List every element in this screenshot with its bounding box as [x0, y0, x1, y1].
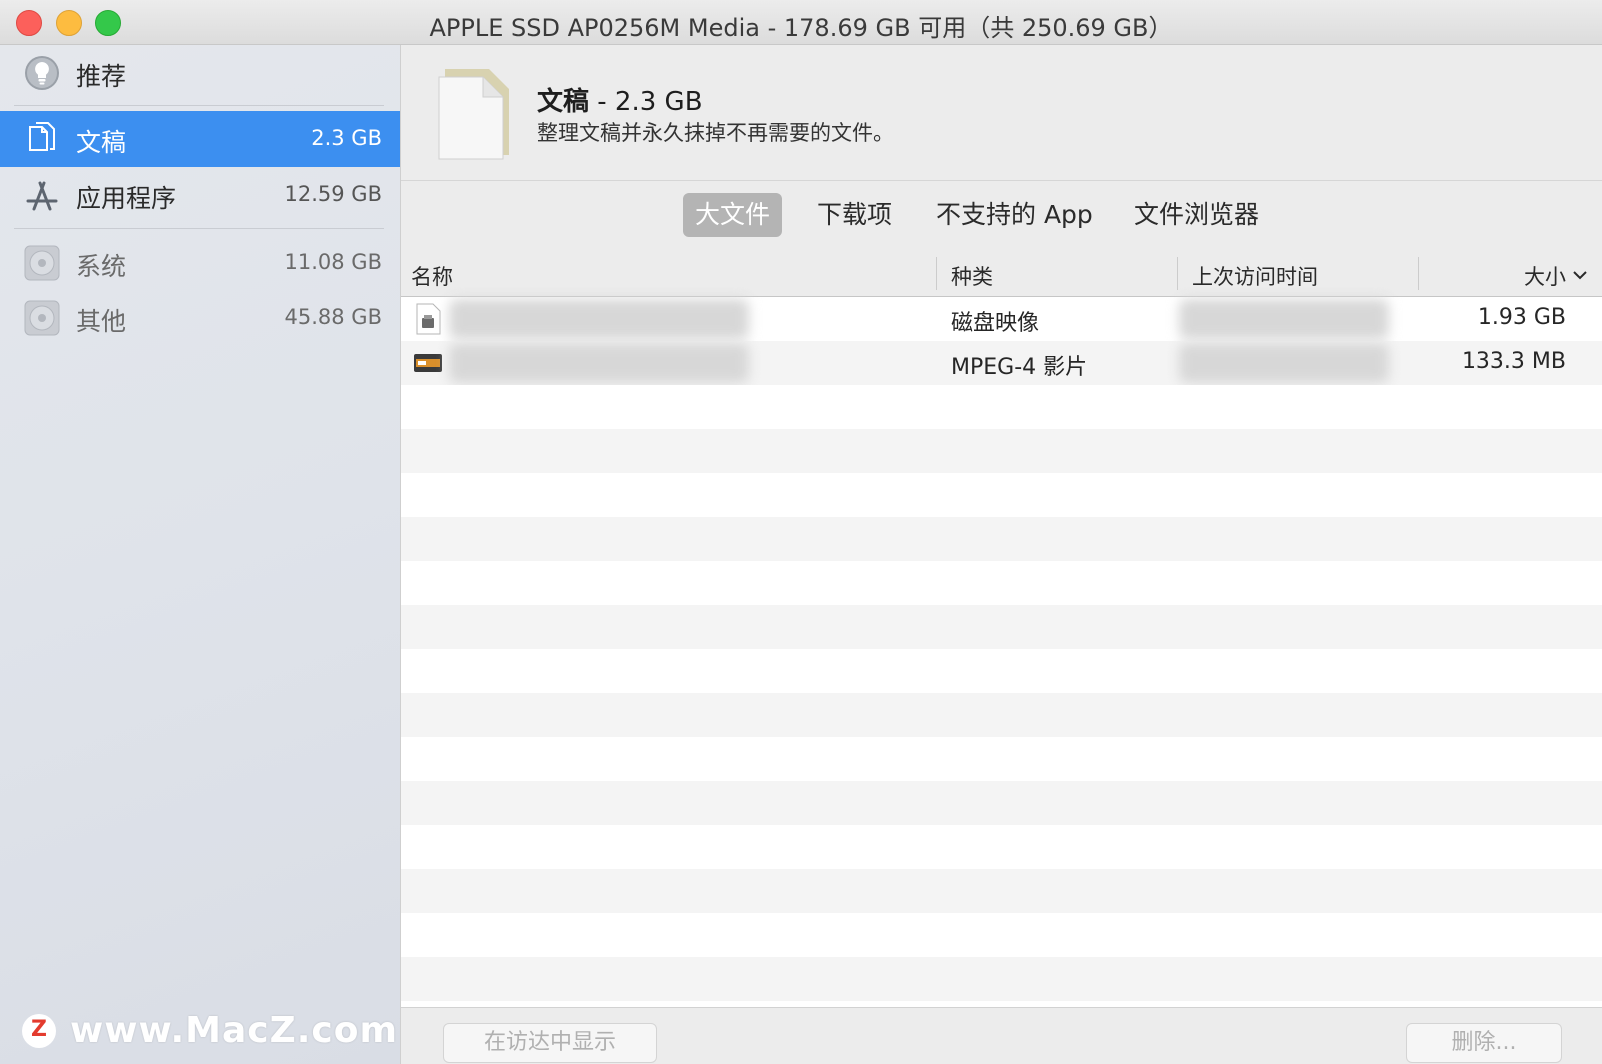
sidebar-item-documents[interactable]: 文稿 2.3 GB: [0, 111, 400, 167]
sidebar-item-size: 45.88 GB: [284, 305, 382, 329]
column-divider[interactable]: [1418, 257, 1419, 290]
sidebar-item-size: 11.08 GB: [284, 250, 382, 274]
watermark-text: www.MacZ.com: [70, 1010, 398, 1051]
chevron-down-icon[interactable]: [1572, 269, 1588, 281]
empty-row: [401, 913, 1602, 957]
footer-bar: 在访达中显示 删除...: [401, 1007, 1602, 1064]
documents-icon: [29, 122, 55, 151]
empty-row: [401, 781, 1602, 825]
tab-unsupported-apps[interactable]: 不支持的 App: [924, 193, 1105, 237]
empty-row: [401, 957, 1602, 1001]
column-header-name[interactable]: 名称: [411, 261, 453, 291]
sidebar-item-label: 应用程序: [76, 184, 177, 213]
delete-button[interactable]: 删除...: [1406, 1023, 1562, 1063]
category-header: 文稿 - 2.3 GB 整理文稿并永久抹掉不再需要的文件。: [401, 45, 1602, 181]
empty-row: [401, 561, 1602, 605]
column-header-last-accessed[interactable]: 上次访问时间: [1192, 261, 1318, 291]
file-kind: MPEG-4 影片: [951, 355, 1088, 380]
empty-row: [401, 693, 1602, 737]
empty-row: [401, 385, 1602, 429]
sidebar-item-system[interactable]: 系统 11.08 GB: [0, 235, 400, 291]
redacted-file-name: [449, 299, 749, 339]
watermark-logo-icon: Z: [22, 1014, 56, 1048]
sidebar-divider: [14, 228, 384, 229]
file-size: 1.93 GB: [1477, 305, 1566, 330]
column-header-kind[interactable]: 种类: [951, 261, 993, 291]
sidebar-item-size: 2.3 GB: [311, 126, 382, 150]
empty-row: [401, 825, 1602, 869]
redacted-last-accessed: [1179, 299, 1389, 339]
sidebar-item-size: 12.59 GB: [284, 182, 382, 206]
sidebar-item-label: 文稿: [76, 128, 127, 157]
file-size: 133.3 MB: [1461, 349, 1566, 374]
table-row[interactable]: MPEG-4 影片 133.3 MB: [401, 341, 1602, 385]
empty-row: [401, 473, 1602, 517]
category-title: 文稿 - 2.3 GB: [537, 87, 703, 117]
redacted-file-name: [449, 343, 749, 383]
disk-icon: [24, 300, 60, 336]
sidebar-divider: [14, 105, 384, 106]
sidebar-item-recommendations[interactable]: 推荐: [0, 45, 400, 101]
sidebar-item-label: 系统: [76, 252, 127, 281]
sidebar-item-applications[interactable]: 应用程序 12.59 GB: [0, 167, 400, 223]
storage-management-window: APPLE SSD AP0256M Media - 178.69 GB 可用（共…: [0, 0, 1602, 1064]
sidebar-item-other[interactable]: 其他 45.88 GB: [0, 290, 400, 346]
table-row[interactable]: 磁盘映像 1.93 GB: [401, 297, 1602, 341]
sidebar-item-label: 推荐: [76, 62, 127, 91]
file-table: 磁盘映像 1.93 GB MPEG-4 影片 133.3 MB: [401, 297, 1602, 1007]
tab-file-browser[interactable]: 文件浏览器: [1122, 193, 1271, 237]
empty-row: [401, 737, 1602, 781]
sidebar-item-label: 其他: [76, 307, 127, 336]
empty-row: [401, 869, 1602, 913]
column-header-size[interactable]: 大小: [1524, 261, 1566, 291]
column-divider[interactable]: [1177, 257, 1178, 290]
lightbulb-icon: [25, 56, 59, 90]
title-bar: APPLE SSD AP0256M Media - 178.69 GB 可用（共…: [0, 0, 1602, 45]
sidebar: 推荐 文稿 2.3 GB 应用程序 12.59 GB 系统 11.08 GB 其…: [0, 45, 401, 1064]
disk-image-file-icon: [416, 303, 441, 335]
table-header: 名称 种类 上次访问时间 大小: [401, 251, 1602, 297]
segmented-tabs: 大文件 下载项 不支持的 App 文件浏览器: [401, 181, 1602, 251]
app-store-icon: [26, 181, 58, 211]
file-kind: 磁盘映像: [951, 311, 1040, 336]
window-title: APPLE SSD AP0256M Media - 178.69 GB 可用（共…: [429, 14, 1173, 42]
empty-row: [401, 429, 1602, 473]
tab-downloads[interactable]: 下载项: [805, 193, 904, 237]
show-in-finder-button[interactable]: 在访达中显示: [443, 1023, 657, 1063]
document-icon: [438, 69, 509, 160]
empty-row: [401, 605, 1602, 649]
tab-large-files[interactable]: 大文件: [683, 193, 783, 237]
column-divider[interactable]: [936, 257, 937, 290]
category-description: 整理文稿并永久抹掉不再需要的文件。: [537, 121, 894, 145]
empty-row: [401, 649, 1602, 693]
main-panel: 文稿 - 2.3 GB 整理文稿并永久抹掉不再需要的文件。 大文件 下载项 不支…: [401, 45, 1602, 1064]
video-file-icon: [414, 354, 442, 372]
disk-icon: [24, 245, 60, 281]
redacted-last-accessed: [1179, 343, 1389, 383]
empty-row: [401, 517, 1602, 561]
